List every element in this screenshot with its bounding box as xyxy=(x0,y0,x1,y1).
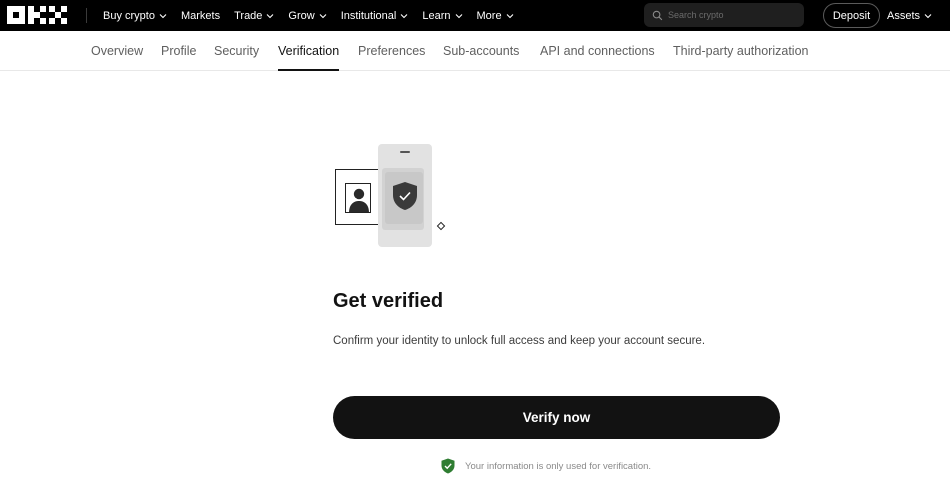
nav-item-markets[interactable]: Markets xyxy=(181,10,220,22)
chevron-down-icon xyxy=(455,13,462,18)
assets-label: Assets xyxy=(887,9,921,22)
nav-item-grow[interactable]: Grow xyxy=(288,9,327,22)
main-nav: Buy crypto Markets Trade Grow Institutio… xyxy=(103,0,528,31)
assets-menu[interactable]: Assets xyxy=(887,0,932,31)
nav-item-label: Markets xyxy=(180,9,221,22)
tab-security[interactable]: Security xyxy=(214,31,259,71)
tab-profile[interactable]: Profile xyxy=(161,31,196,71)
shield-check-green-icon xyxy=(441,458,455,474)
nav-item-buy-crypto[interactable]: Buy crypto xyxy=(103,10,167,22)
search-input[interactable] xyxy=(668,10,798,20)
chevron-down-icon xyxy=(159,13,167,18)
nav-item-label: Grow xyxy=(288,9,315,22)
verification-illustration xyxy=(330,140,460,252)
tab-third-party-authorization[interactable]: Third-party authorization xyxy=(673,31,808,71)
privacy-note: Your information is only used for verifi… xyxy=(441,458,651,474)
chevron-down-icon xyxy=(400,13,408,18)
okx-logo[interactable] xyxy=(7,6,67,24)
chevron-down-icon xyxy=(267,13,274,18)
nav-item-trade[interactable]: Trade xyxy=(234,10,274,22)
chevron-down-icon xyxy=(319,13,327,18)
verify-now-button[interactable]: Verify now xyxy=(333,396,780,439)
tab-preferences[interactable]: Preferences xyxy=(358,31,425,71)
tab-verification[interactable]: Verification xyxy=(278,31,340,71)
search-box[interactable] xyxy=(644,3,804,27)
privacy-note-text: Your information is only used for verifi… xyxy=(465,460,652,472)
nav-item-more[interactable]: More xyxy=(477,10,514,22)
tab-overview[interactable]: Overview xyxy=(91,31,143,71)
page-description: Confirm your identity to unlock full acc… xyxy=(333,335,706,347)
page-title: Get verified xyxy=(333,290,444,312)
nav-item-label: More xyxy=(476,9,502,22)
nav-item-label: Institutional xyxy=(340,9,397,22)
deposit-button[interactable]: Deposit xyxy=(823,3,880,28)
nav-item-institutional[interactable]: Institutional xyxy=(341,10,409,22)
nav-item-label: Learn xyxy=(422,9,451,22)
chevron-down-icon xyxy=(924,13,932,18)
person-icon xyxy=(349,188,369,212)
nav-item-learn[interactable]: Learn xyxy=(422,10,462,22)
tab-sub-accounts[interactable]: Sub-accounts xyxy=(443,31,519,71)
diamond-icon xyxy=(436,221,446,231)
tab-api-and-connections[interactable]: API and connections xyxy=(540,31,655,71)
nav-item-label: Buy crypto xyxy=(103,9,155,22)
shield-check-icon xyxy=(393,182,417,210)
nav-item-label: Trade xyxy=(234,9,263,22)
top-navbar: Buy crypto Markets Trade Grow Institutio… xyxy=(0,0,950,31)
id-photo xyxy=(345,183,371,213)
account-subtabs: Overview Profile Security Verification P… xyxy=(0,31,950,71)
search-icon xyxy=(652,10,663,20)
nav-divider xyxy=(86,8,87,23)
chevron-down-icon xyxy=(506,13,513,18)
